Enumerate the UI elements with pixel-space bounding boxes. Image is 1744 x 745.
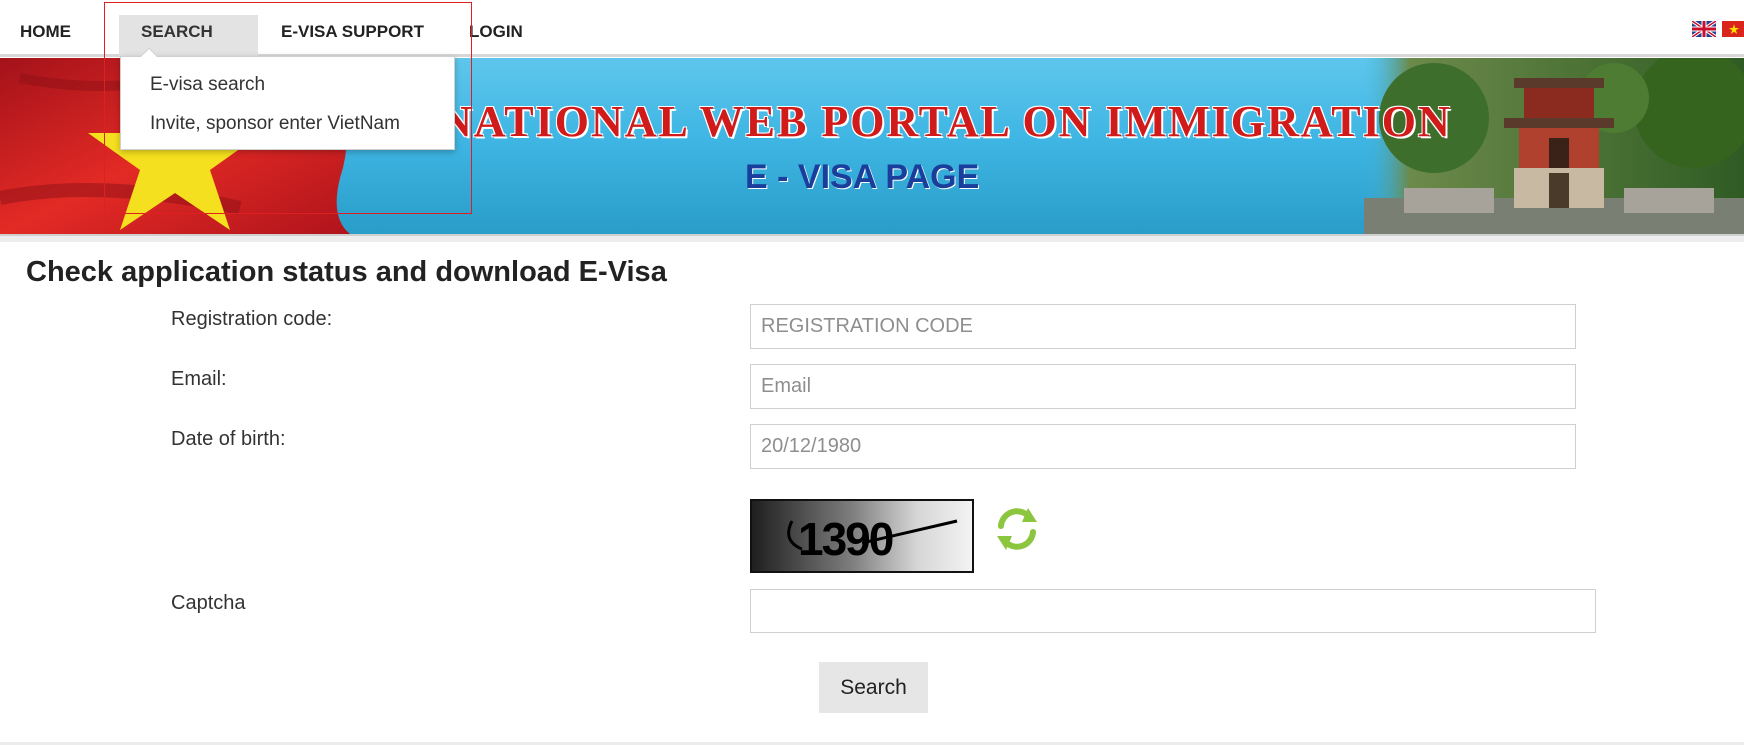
- captcha-label: Captcha: [171, 592, 246, 614]
- banner-title: NATIONAL WEB PORTAL ON IMMIGRATION: [440, 97, 1452, 146]
- captcha-input[interactable]: [750, 589, 1596, 633]
- email-label: Email:: [171, 368, 227, 390]
- vietnam-flag-icon[interactable]: [1722, 21, 1744, 37]
- menu-item-invite-sponsor[interactable]: Invite, sponsor enter VietNam: [150, 113, 400, 135]
- nav-login[interactable]: LOGIN: [469, 15, 523, 57]
- nav-evisa-support[interactable]: E-VISA SUPPORT: [281, 15, 424, 57]
- registration-code-input[interactable]: [750, 304, 1576, 349]
- nav-home[interactable]: HOME: [20, 15, 71, 57]
- top-navbar: HOME SEARCH E-VISA SUPPORT LOGIN: [0, 0, 1744, 57]
- nav-search[interactable]: SEARCH: [119, 15, 258, 57]
- banner-divider: [0, 234, 1744, 242]
- captcha-image: 1390: [750, 499, 974, 573]
- email-input[interactable]: [750, 364, 1576, 409]
- date-of-birth-label: Date of birth:: [171, 428, 286, 450]
- page-title: Check application status and download E-…: [26, 256, 667, 288]
- english-flag-icon[interactable]: [1692, 21, 1716, 37]
- registration-code-label: Registration code:: [171, 308, 333, 330]
- search-dropdown-menu: E-visa search Invite, sponsor enter Viet…: [120, 47, 455, 150]
- search-button[interactable]: Search: [819, 662, 928, 713]
- banner-subtitle: E - VISA PAGE: [745, 158, 980, 196]
- date-of-birth-input[interactable]: [750, 424, 1576, 469]
- menu-item-evisa-search[interactable]: E-visa search: [150, 74, 265, 96]
- refresh-captcha-icon[interactable]: [992, 504, 1042, 554]
